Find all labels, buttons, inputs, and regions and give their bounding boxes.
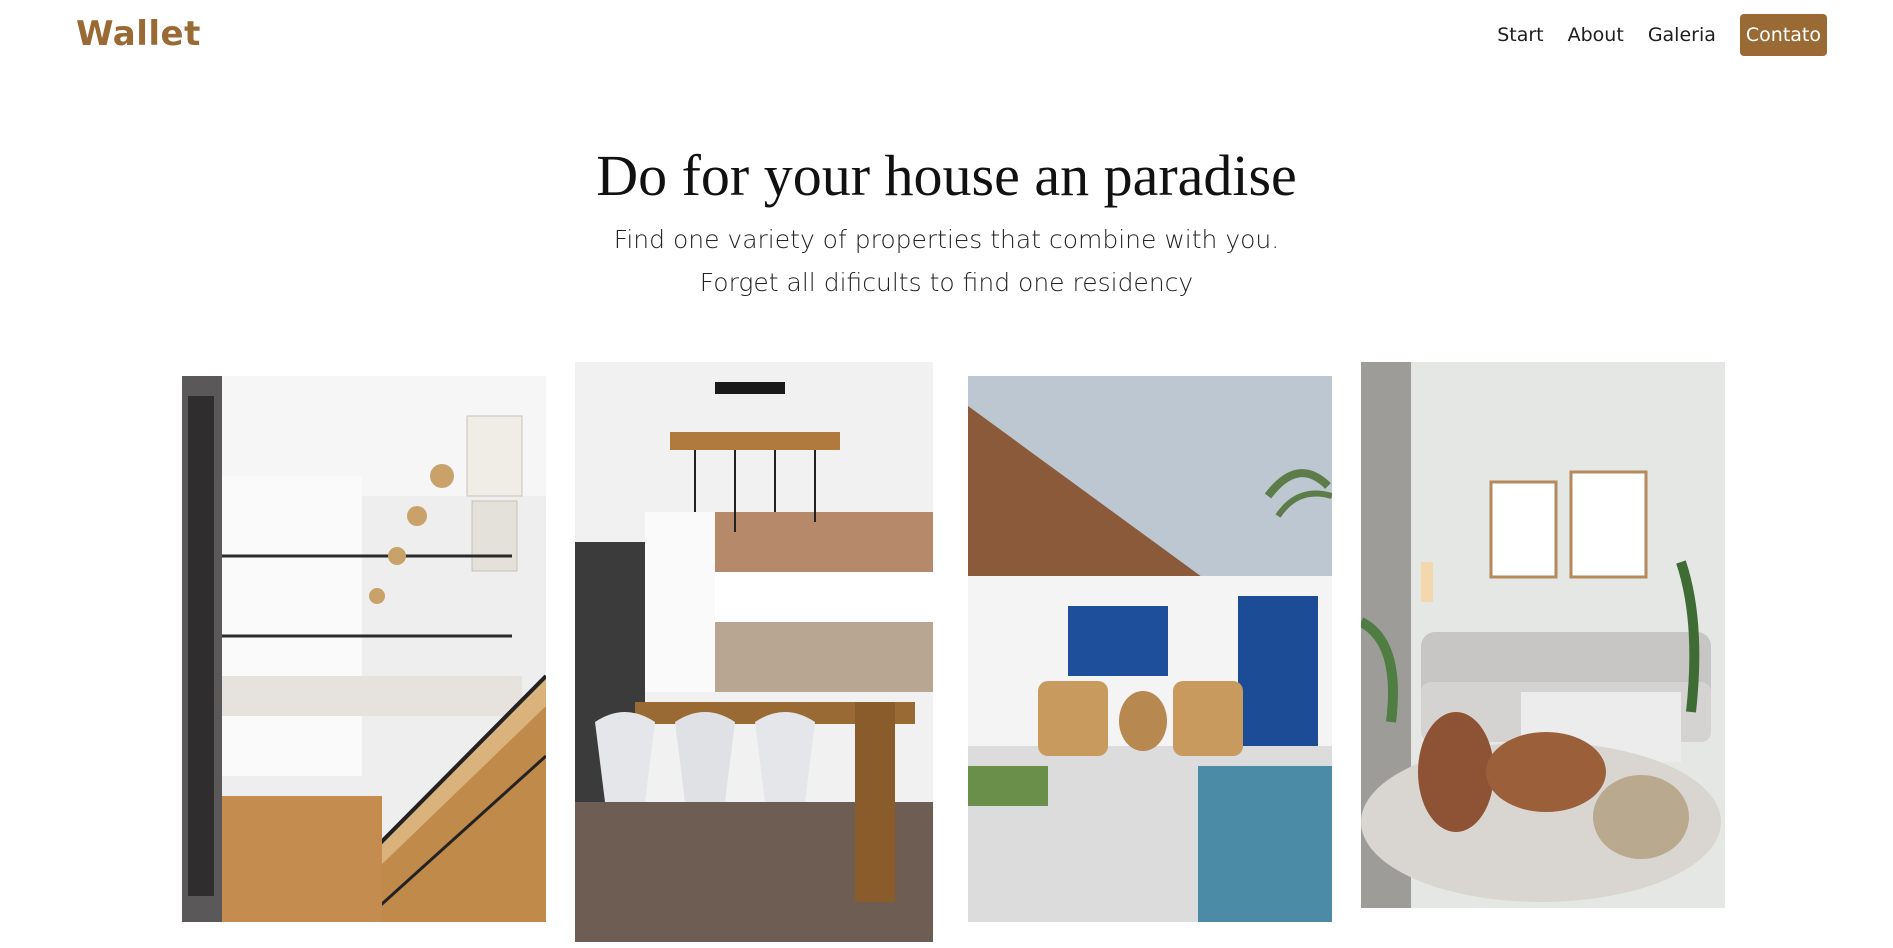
logo[interactable]: Wallet xyxy=(76,14,201,54)
living-room-photo xyxy=(1361,362,1725,908)
nav-contato-button[interactable]: Contato xyxy=(1739,14,1827,56)
hero-subtitle-line2: Forget all dificults to find one residen… xyxy=(699,268,1194,297)
main-nav: Start About Galeria Contato xyxy=(1485,14,1827,56)
nav-about-link[interactable]: About xyxy=(1556,14,1636,56)
site-header: Wallet Start About Galeria Contato xyxy=(0,0,1893,74)
dining-kitchen-photo xyxy=(575,362,933,942)
nav-galeria-link[interactable]: Galeria xyxy=(1636,14,1728,56)
patio-pool-photo xyxy=(968,376,1332,922)
hero-subtitle-line1: Find one variety of properties that comb… xyxy=(613,225,1280,254)
nav-start-link[interactable]: Start xyxy=(1485,14,1555,56)
staircase-photo xyxy=(182,376,546,922)
hero-title: Do for your house an paradise xyxy=(596,143,1297,208)
